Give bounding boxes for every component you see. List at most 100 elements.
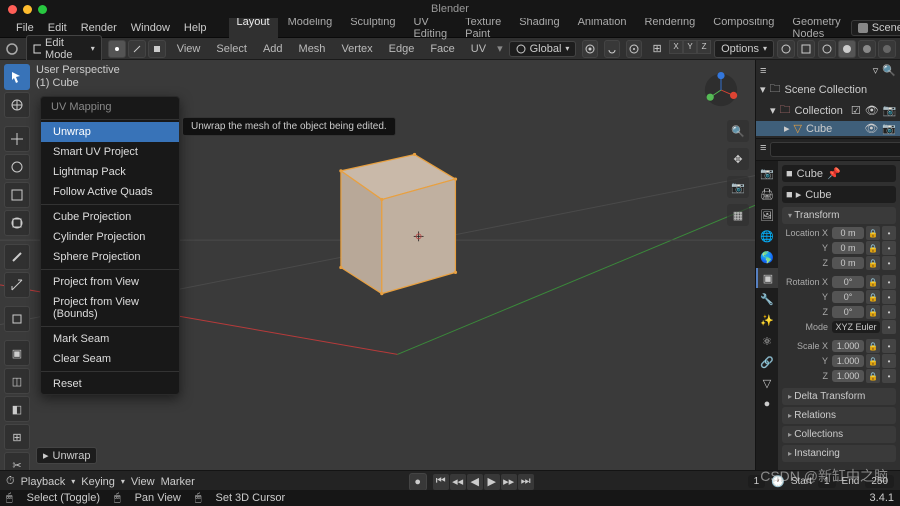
tool-knife[interactable]: ✂ bbox=[4, 452, 30, 470]
menu-edit[interactable]: Edit bbox=[42, 20, 73, 36]
outliner-scene[interactable]: ▾🗀 Scene Collection bbox=[756, 79, 900, 100]
hdr-face[interactable]: Face bbox=[425, 43, 459, 55]
tl-menu-view[interactable]: View bbox=[131, 476, 155, 488]
tl-menu-keying[interactable]: Keying bbox=[81, 476, 115, 488]
edge-select-icon[interactable] bbox=[128, 40, 146, 58]
rot-z-field[interactable]: 0° bbox=[832, 306, 864, 318]
shading-rendered-icon[interactable] bbox=[878, 40, 896, 58]
overlays-toggle-icon[interactable] bbox=[777, 40, 795, 58]
hdr-select[interactable]: Select bbox=[211, 43, 252, 55]
tab-world-icon[interactable]: 🌎 bbox=[756, 247, 778, 267]
search-icon[interactable]: 🔍 bbox=[882, 64, 896, 77]
scale-x-field[interactable]: 1.000 bbox=[832, 340, 864, 352]
mesh-edit-mode-icon[interactable]: ⊞ bbox=[648, 40, 666, 58]
render-toggle-icon[interactable]: 📷 bbox=[883, 104, 897, 117]
menu-window[interactable]: Window bbox=[125, 20, 176, 36]
section-delta[interactable]: Delta Transform bbox=[782, 388, 896, 405]
snap-icon[interactable] bbox=[604, 40, 620, 58]
scene-selector[interactable]: Scene bbox=[851, 20, 900, 36]
axis-gizmo[interactable] bbox=[703, 72, 739, 108]
section-relations[interactable]: Relations bbox=[782, 407, 896, 424]
eye-icon[interactable]: 👁 bbox=[864, 122, 878, 135]
shading-solid-icon[interactable] bbox=[838, 40, 856, 58]
outliner-cube[interactable]: ▸▽ Cube 👁 📷 bbox=[756, 121, 900, 136]
breadcrumb-data-label[interactable]: Cube bbox=[805, 189, 831, 201]
minimize-icon[interactable] bbox=[23, 5, 32, 14]
jump-end-icon[interactable]: ⏭ bbox=[518, 474, 534, 490]
section-transform[interactable]: Transform bbox=[782, 207, 896, 224]
uv-item-cube-proj[interactable]: Cube Projection bbox=[41, 207, 179, 227]
tl-menu-marker[interactable]: Marker bbox=[161, 476, 195, 488]
props-editor-icon[interactable]: ≡ bbox=[760, 142, 766, 157]
perspective-toggle-icon[interactable]: ▦ bbox=[727, 204, 749, 226]
mode-selector[interactable]: Edit Mode▾ bbox=[26, 35, 102, 63]
uv-item-lightmap[interactable]: Lightmap Pack bbox=[41, 162, 179, 182]
tool-extrude[interactable]: ▣ bbox=[4, 340, 30, 366]
uv-item-smart-uv[interactable]: Smart UV Project bbox=[41, 142, 179, 162]
uv-item-reset[interactable]: Reset bbox=[41, 374, 179, 394]
current-frame-field[interactable]: 1 bbox=[748, 475, 766, 488]
mirror-y[interactable]: Y bbox=[683, 40, 697, 54]
vertex-select-icon[interactable] bbox=[108, 40, 126, 58]
breadcrumb-obj[interactable]: Cube bbox=[797, 168, 823, 180]
filter-icon[interactable]: ▿ bbox=[873, 64, 879, 77]
proportional-icon[interactable] bbox=[626, 40, 642, 58]
tool-annotate[interactable] bbox=[4, 244, 30, 270]
end-frame-field[interactable]: 250 bbox=[865, 475, 894, 488]
play-reverse-icon[interactable]: ◀ bbox=[467, 474, 483, 490]
loc-y-field[interactable]: 0 m bbox=[832, 242, 864, 254]
face-select-icon[interactable] bbox=[148, 40, 166, 58]
rot-x-field[interactable]: 0° bbox=[832, 276, 864, 288]
hdr-uv[interactable]: UV bbox=[466, 43, 491, 55]
tool-inset[interactable]: ◫ bbox=[4, 368, 30, 394]
tool-add-cube[interactable] bbox=[4, 306, 30, 332]
rot-y-field[interactable]: 0° bbox=[832, 291, 864, 303]
tool-measure[interactable] bbox=[4, 272, 30, 298]
move-view-icon[interactable]: ✥ bbox=[727, 148, 749, 170]
tab-material-icon[interactable]: ● bbox=[756, 394, 778, 414]
tool-move[interactable] bbox=[4, 126, 30, 152]
hdr-add[interactable]: Add bbox=[258, 43, 288, 55]
shading-material-icon[interactable] bbox=[858, 40, 876, 58]
tool-loopcut[interactable]: ⊞ bbox=[4, 424, 30, 450]
tab-scene-icon[interactable]: 🌐 bbox=[756, 226, 778, 246]
timeline-editor-icon[interactable]: ⏱ bbox=[6, 475, 15, 488]
editor-type-icon[interactable] bbox=[4, 40, 20, 58]
scale-y-field[interactable]: 1.000 bbox=[832, 355, 864, 367]
next-key-icon[interactable]: ▸▸ bbox=[501, 474, 517, 490]
prev-key-icon[interactable]: ◂◂ bbox=[450, 474, 466, 490]
menu-help[interactable]: Help bbox=[178, 20, 213, 36]
tab-modifier-icon[interactable]: 🔧 bbox=[756, 289, 778, 309]
shading-wireframe-icon[interactable] bbox=[818, 40, 836, 58]
uv-item-unwrap[interactable]: Unwrap bbox=[41, 122, 179, 142]
clock-icon[interactable]: 🕐 bbox=[771, 475, 785, 488]
tab-object-icon[interactable]: ▣ bbox=[756, 268, 778, 288]
hdr-mesh[interactable]: Mesh bbox=[294, 43, 331, 55]
outliner-editor-icon[interactable]: ≡ bbox=[760, 65, 766, 77]
uv-item-proj-view-bounds[interactable]: Project from View (Bounds) bbox=[41, 292, 179, 324]
cube-object[interactable] bbox=[300, 130, 480, 310]
tab-output-icon[interactable]: 🖨 bbox=[756, 184, 778, 204]
lock-icon[interactable]: 🔒 bbox=[866, 226, 880, 240]
render-toggle-icon[interactable]: 📷 bbox=[882, 122, 896, 135]
hdr-vertex[interactable]: Vertex bbox=[336, 43, 377, 55]
tab-render-icon[interactable]: 📷 bbox=[756, 163, 778, 183]
start-frame-field[interactable]: 1 bbox=[818, 475, 836, 488]
options-menu[interactable]: Options▾ bbox=[714, 40, 774, 58]
outliner-collection[interactable]: ▾🗀 Collection ☑ 👁 📷 bbox=[756, 100, 900, 121]
jump-start-icon[interactable]: ⏮ bbox=[433, 474, 449, 490]
hdr-view[interactable]: View bbox=[172, 43, 206, 55]
section-instancing[interactable]: Instancing bbox=[782, 445, 896, 462]
menu-render[interactable]: Render bbox=[75, 20, 123, 36]
loc-z-field[interactable]: 0 m bbox=[832, 257, 864, 269]
props-search-input[interactable] bbox=[770, 142, 900, 157]
zoom-icon[interactable]: 🔍 bbox=[727, 120, 749, 142]
tab-viewlayer-icon[interactable]: 🖼 bbox=[756, 205, 778, 225]
rotation-mode-field[interactable]: XYZ Euler bbox=[832, 321, 880, 333]
mirror-x[interactable]: X bbox=[669, 40, 683, 54]
tl-menu-playback[interactable]: Playback bbox=[21, 476, 66, 488]
tool-select-box[interactable] bbox=[4, 64, 30, 90]
autokey-icon[interactable]: ● bbox=[409, 473, 427, 491]
uv-item-sphere-proj[interactable]: Sphere Projection bbox=[41, 247, 179, 267]
loc-x-field[interactable]: 0 m bbox=[832, 227, 864, 239]
